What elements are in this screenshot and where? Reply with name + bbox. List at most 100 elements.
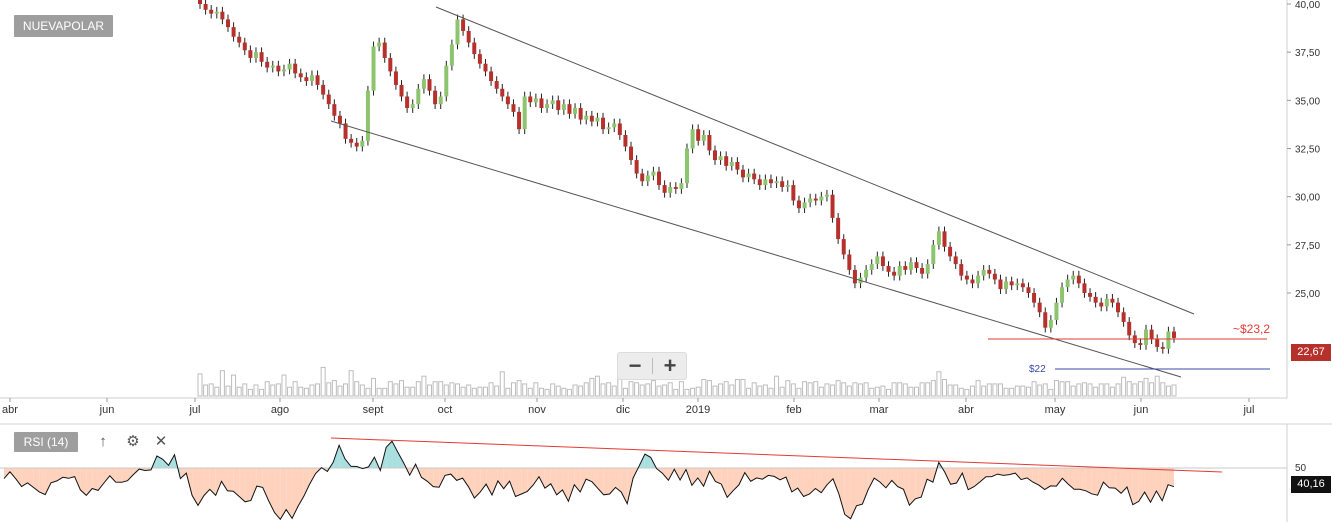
close-icon[interactable]: ✕ [152, 432, 170, 452]
volume-bar [589, 377, 595, 397]
candle-body [712, 150, 717, 161]
candle-body [987, 269, 992, 274]
candle-body [925, 264, 930, 274]
rsi-trendline[interactable] [330, 437, 1223, 473]
volume-bar [331, 380, 337, 397]
volume-bar [499, 371, 505, 397]
zoom-in-button[interactable]: + [653, 353, 687, 379]
volume-bar [208, 383, 214, 397]
price-axis: 40,00 37,50 35,00 32,50 30,00 27,50 25,00 [1287, 0, 1320, 300]
candle-body [808, 198, 813, 203]
resistance-label: ~$23,2 [1233, 322, 1270, 336]
rsi-fill-segment [868, 468, 875, 490]
volume-bar [807, 382, 813, 397]
volume-bar [460, 386, 466, 397]
candle-body [964, 275, 969, 280]
upper-trendline[interactable] [435, 6, 1195, 315]
volume-bar [1042, 383, 1048, 397]
rsi-fill-segment [121, 468, 128, 483]
candle-body [461, 19, 466, 31]
volume-bar [628, 381, 634, 397]
candle-body [489, 71, 494, 82]
volume-bar [298, 386, 304, 397]
volume-bar [757, 385, 763, 397]
volume-bar [427, 384, 433, 397]
support-label: $22 [1029, 364, 1046, 375]
volume-bar [941, 379, 947, 397]
volume-bar [393, 383, 399, 397]
volume-bar [919, 382, 925, 397]
volume-bar [740, 379, 746, 397]
candle-body [606, 127, 611, 130]
candle-body [640, 173, 645, 182]
rsi-fill-segment [856, 468, 863, 506]
volume-bar [662, 384, 668, 397]
rsi-badge[interactable]: RSI (14) [14, 432, 78, 452]
candle-body [729, 161, 734, 166]
candle-body [1009, 281, 1014, 286]
rsi-fill-segment [51, 468, 57, 483]
rsi-fill-segment [580, 468, 587, 492]
volume-bar [1149, 382, 1155, 397]
candle-body [388, 57, 393, 72]
candle-body [1076, 275, 1081, 284]
volume-bar [404, 386, 410, 397]
volume-bar [449, 382, 455, 397]
candle-body [472, 42, 477, 55]
candle-body [1093, 296, 1098, 303]
candle-body [203, 4, 208, 10]
candle-body [959, 264, 964, 276]
rsi-fill-segment [844, 468, 851, 519]
volume-bar [975, 380, 981, 397]
volume-bar [930, 380, 936, 397]
volume-bar [886, 388, 892, 397]
candle-body [405, 96, 410, 109]
price-tick-label: 35,00 [1295, 96, 1320, 107]
symbol-badge: NUEVAPOLAR [14, 15, 113, 37]
volume-bar [1109, 386, 1115, 397]
candle-body [998, 279, 1003, 290]
rsi-fill-segment [968, 468, 975, 490]
rsi-fill-segment [462, 468, 469, 487]
candle-body [416, 88, 421, 105]
candle-body [270, 65, 275, 68]
volume-bar [583, 382, 589, 397]
volume-bar [712, 385, 718, 397]
price-chart[interactable]: 40,00 37,50 35,00 32,50 30,00 27,50 25,00 abr j… [0, 0, 1332, 522]
volume-bar [371, 377, 377, 397]
rsi-fill-segment [109, 468, 116, 483]
volume-bar [1003, 387, 1009, 397]
candle-body [1060, 287, 1065, 303]
candle-body [992, 273, 997, 280]
gear-icon[interactable]: ⚙ [124, 432, 142, 452]
volume-bar [667, 382, 673, 397]
volume-bar [1160, 382, 1166, 397]
candle-body [589, 115, 594, 122]
volume-bar [247, 388, 253, 397]
volume-bar [897, 382, 903, 397]
volume-bar [359, 384, 365, 397]
time-tick-label: jul [188, 404, 200, 416]
candle-body [578, 108, 583, 120]
candle-body [1149, 329, 1154, 340]
candle-body [1116, 302, 1121, 313]
rsi-fill-segment [1091, 468, 1098, 496]
rsi-fill-segment [221, 468, 228, 491]
candle-body [595, 117, 600, 122]
candle-body [662, 185, 667, 193]
candle-body [1020, 283, 1025, 288]
volume-bar [203, 384, 209, 397]
time-tick-label: oct [438, 404, 453, 416]
rsi-fill-segment [950, 468, 957, 485]
volume-bar [734, 379, 740, 397]
volume-bar [723, 381, 729, 397]
candle-body [1104, 298, 1109, 307]
zoom-out-button[interactable]: − [618, 353, 652, 379]
volume-bar [751, 382, 757, 397]
rsi-fill-segment [515, 468, 522, 497]
move-up-icon[interactable]: ↑ [94, 432, 112, 452]
candle-body [477, 54, 482, 64]
candle-body [287, 63, 292, 70]
candle-body [225, 19, 230, 28]
volume-bar [287, 386, 293, 397]
